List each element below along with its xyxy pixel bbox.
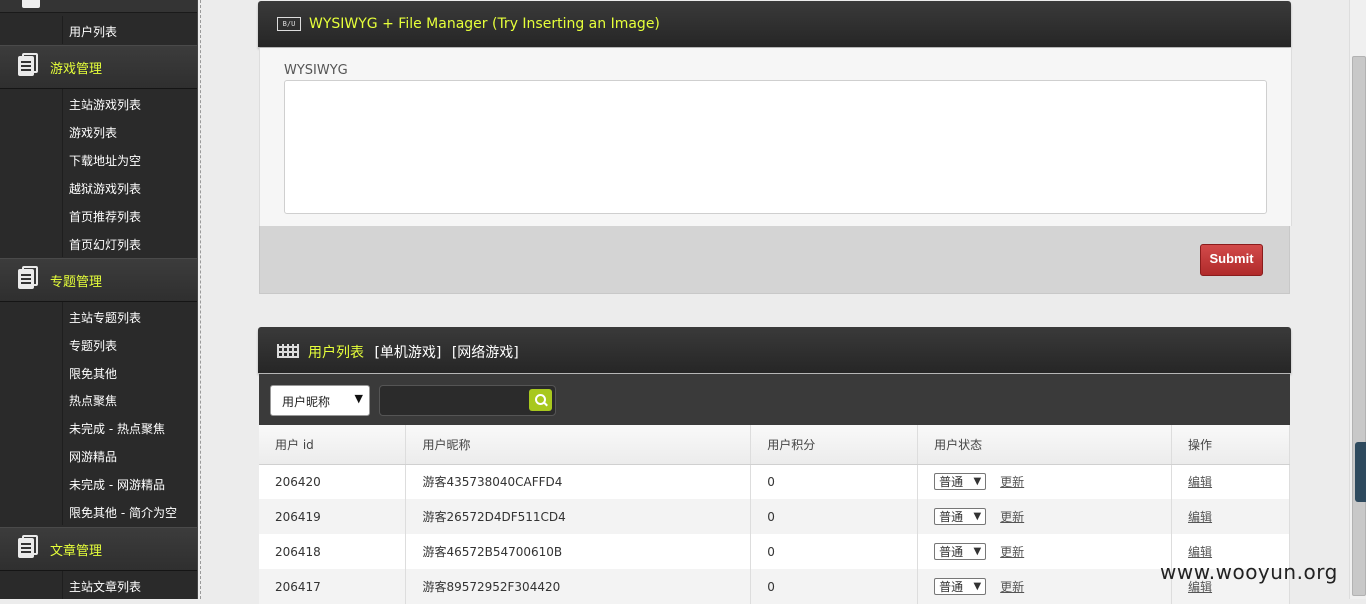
edit-link[interactable]: 编辑 <box>1188 510 1212 524</box>
wysiwyg-editor[interactable] <box>284 80 1267 214</box>
user-score: 0 <box>750 464 919 499</box>
sidebar-item[interactable]: 网游精品 <box>0 441 197 469</box>
actions-cell: 编辑 <box>1171 499 1290 534</box>
status-select[interactable]: 普通 ▼ <box>934 578 987 595</box>
update-link[interactable]: 更新 <box>1000 475 1024 489</box>
dropdown-arrow-icon: ▼ <box>973 476 982 488</box>
dropdown-arrow-icon: ▼ <box>973 511 982 522</box>
side-widget-tab[interactable] <box>1355 442 1366 502</box>
user-id: 206420 <box>259 464 407 499</box>
sidebar-item[interactable]: 主站游戏列表 <box>0 89 197 117</box>
search-icon[interactable] <box>529 389 552 411</box>
sidebar-item-user-list[interactable]: 用户列表 <box>0 16 197 44</box>
vertical-scrollbar[interactable] <box>1349 0 1366 599</box>
user-status-cell: 普通 ▼ 更新 <box>917 464 1173 499</box>
column-header[interactable]: 用户昵称 <box>405 425 752 465</box>
sidebar-item[interactable]: 未完成 - 热点聚焦 <box>0 413 197 441</box>
wysiwyg-panel-footer: Submit <box>259 226 1290 294</box>
sidebar-top-header[interactable] <box>0 0 197 13</box>
sidebar-item[interactable]: 游戏列表 <box>0 117 197 145</box>
submit-button[interactable]: Submit <box>1200 244 1263 276</box>
user-nickname: 游客435738040CAFFD4 <box>405 464 752 499</box>
table-row: 206418 游客46572B54700610B 0 普通 ▼ 更新 编辑 <box>259 534 1290 569</box>
dropdown-arrow-icon: ▼ <box>973 581 982 592</box>
search-input[interactable] <box>379 385 556 416</box>
tab-single-game[interactable]: [单机游戏] <box>374 345 441 361</box>
column-header[interactable]: 操作 <box>1171 425 1290 465</box>
user-status-cell: 普通 ▼ 更新 <box>917 534 1173 569</box>
dropdown-arrow-icon: ▼ <box>354 392 363 405</box>
user-score: 0 <box>750 534 919 569</box>
sidebar-item[interactable]: 主站专题列表 <box>0 302 197 330</box>
column-header[interactable]: 用户状态 <box>917 425 1173 465</box>
bold-italic-underline-icon: B/U <box>277 17 301 31</box>
sidebar-item[interactable]: 限免其他 <box>0 358 197 386</box>
update-link[interactable]: 更新 <box>1000 580 1024 594</box>
user-score: 0 <box>750 499 919 534</box>
sidebar-item[interactable]: 主站文章列表 <box>0 571 197 599</box>
sidebar-section-game[interactable]: 游戏管理 <box>0 45 197 89</box>
wysiwyg-field-label: WYSIWYG <box>284 63 348 78</box>
status-select[interactable]: 普通 ▼ <box>934 473 987 491</box>
tab-online-game[interactable]: [网络游戏] <box>452 345 519 361</box>
filter-bar: 用户昵称 ▼ <box>259 374 1290 425</box>
sidebar-item[interactable]: 首页推荐列表 <box>0 201 197 229</box>
status-select[interactable]: 普通 ▼ <box>934 543 987 560</box>
document-icon <box>18 53 38 76</box>
actions-cell: 编辑 <box>1171 464 1290 499</box>
status-select[interactable]: 普通 ▼ <box>934 508 987 525</box>
sidebar-item[interactable]: 首页幻灯列表 <box>0 229 197 257</box>
wysiwyg-panel-body: WYSIWYG <box>259 48 1292 226</box>
user-list-tabs: 用户列表 [单机游戏] [网络游戏] <box>308 342 519 362</box>
user-nickname: 游客26572D4DF511CD4 <box>405 499 752 534</box>
sidebar-item[interactable]: 限免其他 - 简介为空 <box>0 497 197 525</box>
user-status-cell: 普通 ▼ 更新 <box>917 499 1173 534</box>
document-icon <box>18 266 38 289</box>
scrollbar-thumb[interactable] <box>1352 56 1366 596</box>
watermark: www.wooyun.org <box>1160 560 1338 584</box>
sidebar-item[interactable]: 越狱游戏列表 <box>0 173 197 201</box>
edit-link[interactable]: 编辑 <box>1188 475 1212 489</box>
filter-field-select[interactable]: 用户昵称 ▼ <box>270 385 370 416</box>
wysiwyg-panel-title: WYSIWYG + File Manager (Try Inserting an… <box>309 16 660 32</box>
column-header[interactable]: 用户积分 <box>750 425 919 465</box>
table-row: 206420 游客435738040CAFFD4 0 普通 ▼ 更新 编辑 <box>259 464 1290 499</box>
table-row: 206419 游客26572D4DF511CD4 0 普通 ▼ 更新 编辑 <box>259 499 1290 534</box>
sidebar-item[interactable]: 热点聚焦 <box>0 385 197 413</box>
sidebar-item[interactable]: 未完成 - 网游精品 <box>0 469 197 497</box>
user-list-panel-header: 用户列表 [单机游戏] [网络游戏] <box>258 327 1291 373</box>
column-header[interactable]: 用户 id <box>259 425 407 465</box>
tab-user-list[interactable]: 用户列表 <box>308 345 364 361</box>
user-nickname: 游客46572B54700610B <box>405 534 752 569</box>
document-icon <box>18 535 38 558</box>
user-table: 用户 id 用户昵称 用户积分 用户状态 操作 206420 游客4357380… <box>259 425 1290 604</box>
update-link[interactable]: 更新 <box>1000 545 1024 559</box>
divider <box>200 0 202 599</box>
user-id: 206419 <box>259 499 407 534</box>
sidebar-item[interactable]: 专题列表 <box>0 330 197 358</box>
table-icon <box>277 344 299 358</box>
table-header-row: 用户 id 用户昵称 用户积分 用户状态 操作 <box>259 425 1290 465</box>
edit-link[interactable]: 编辑 <box>1188 545 1212 559</box>
update-link[interactable]: 更新 <box>1000 510 1024 524</box>
wysiwyg-panel-header: B/U WYSIWYG + File Manager (Try Insertin… <box>258 1 1291 47</box>
document-icon <box>22 0 40 8</box>
sidebar: 用户列表 游戏管理 主站游戏列表 游戏列表 下载地址为空 越狱游戏列表 首页推荐… <box>0 0 198 599</box>
user-id: 206418 <box>259 534 407 569</box>
sidebar-item[interactable]: 下载地址为空 <box>0 145 197 173</box>
dropdown-arrow-icon: ▼ <box>973 546 982 557</box>
sidebar-section-article[interactable]: 文章管理 <box>0 527 197 571</box>
sidebar-section-topic[interactable]: 专题管理 <box>0 258 197 302</box>
